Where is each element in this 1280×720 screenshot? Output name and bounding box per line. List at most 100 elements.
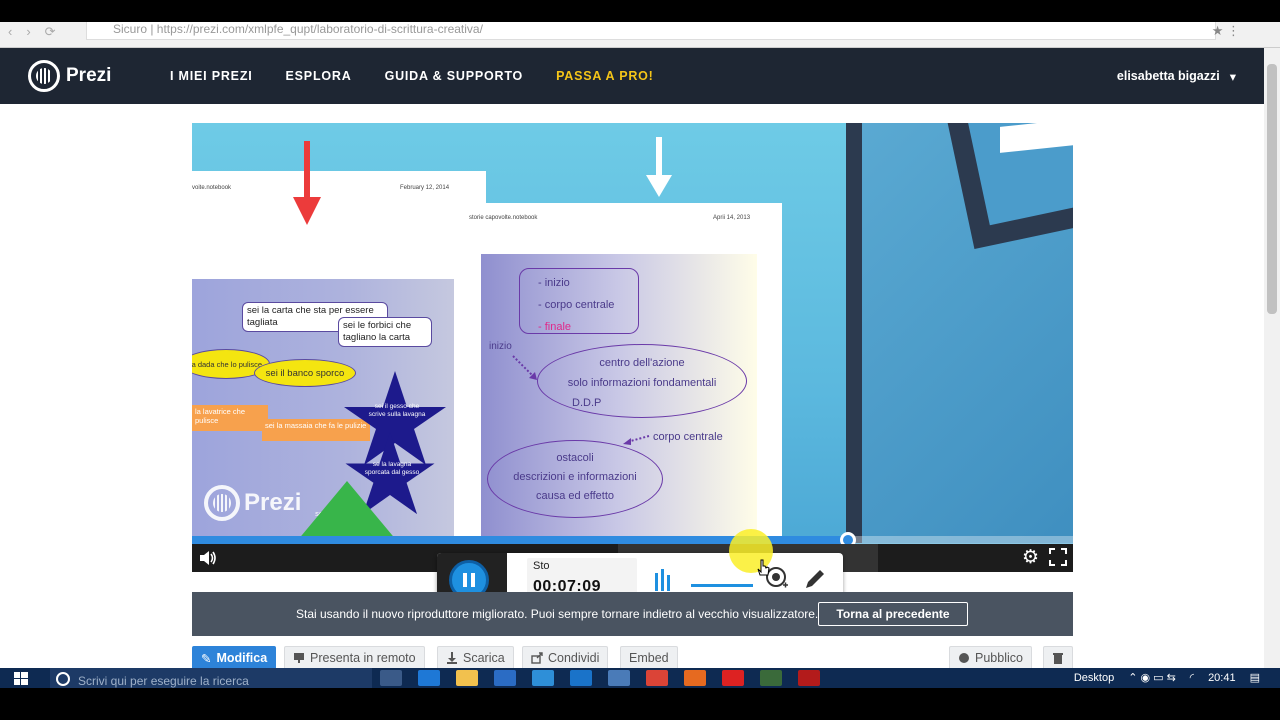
triangle-shape (297, 481, 397, 541)
screen: ‹›⟳ Sicuro | https://prezi.com/xmlpfe_qu… (0, 0, 1280, 720)
app-icon-2[interactable] (570, 670, 592, 686)
edge-icon[interactable] (418, 670, 440, 686)
store-icon[interactable] (494, 670, 516, 686)
ellipse-centro: centro dell'azione solo informazioni fon… (537, 344, 747, 418)
app-icon-1[interactable] (532, 670, 554, 686)
tray-icons[interactable]: ⌃ ◉ ▭ ⇆ (1128, 671, 1176, 684)
trash-icon (1053, 653, 1063, 664)
bottom-letterbox (0, 688, 1280, 720)
structure-finale: - finale (538, 321, 572, 333)
browser-toolbar: ‹›⟳ Sicuro | https://prezi.com/xmlpfe_qu… (0, 22, 1280, 48)
taskbar-search-input[interactable]: Scrivi qui per eseguire la ricerca (50, 668, 372, 688)
ellipse-centro-line2: solo informazioni fondamentali (567, 377, 717, 389)
ellipse-ostacoli-line1: ostacoli (556, 452, 594, 464)
share-label: Condividi (548, 651, 600, 665)
browser-nav-icons[interactable]: ‹›⟳ (8, 24, 70, 40)
app-icon-3[interactable] (608, 670, 630, 686)
notice-text: Stai usando il nuovo riproduttore miglio… (296, 607, 819, 621)
ellipse-centro-line1: centro dell'azione (599, 357, 685, 369)
prezi-player[interactable]: voite.notebook February 12, 2014 storie … (192, 123, 1073, 572)
edit-label: Modifica (216, 651, 268, 665)
pencil-icon[interactable] (803, 567, 827, 591)
search-icon (56, 672, 70, 686)
fullscreen-icon[interactable] (1049, 548, 1067, 566)
download-label: Scarica (463, 651, 505, 665)
ellipse-ostacoli-line3: causa ed effetto (535, 490, 615, 502)
notifications-icon[interactable]: ▤ (1250, 671, 1260, 684)
main-nav: I MIEI PREZI ESPLORA GUIDA & SUPPORTO PA… (170, 48, 654, 104)
scrollbar-thumb[interactable] (1267, 64, 1277, 314)
windows-start-icon[interactable] (14, 672, 28, 685)
structure-box: - inizio - corpo centrale - finale (519, 268, 639, 334)
nav-upgrade[interactable]: PASSA A PRO! (556, 69, 654, 83)
nav-my-prezi[interactable]: I MIEI PREZI (170, 69, 253, 83)
embed-label: Embed (629, 651, 669, 665)
task-view-icon[interactable] (380, 670, 402, 686)
prezi-watermark: Prezi (204, 485, 301, 521)
present-remote-button[interactable]: Presenta in remoto (284, 646, 425, 669)
acrobat-icon[interactable] (722, 670, 744, 686)
app-icon-4[interactable] (760, 670, 782, 686)
system-tray: Desktop ⌃ ◉ ▭ ⇆ ◜ 20:41 ▤ (1074, 671, 1260, 685)
download-icon (447, 652, 457, 664)
delete-button[interactable] (1043, 646, 1073, 669)
edit-button[interactable]: ✎ Modifica (192, 646, 277, 669)
recorder-app-icon[interactable] (798, 670, 820, 686)
prezi-watermark-icon (204, 485, 240, 521)
browser-menu-icons[interactable]: ★ ⋮ (1212, 23, 1240, 39)
structure-corpo: - corpo centrale (538, 299, 615, 311)
nav-explore[interactable]: ESPLORA (286, 69, 352, 83)
desktop-label[interactable]: Desktop (1074, 672, 1114, 684)
embed-button[interactable]: Embed (620, 646, 678, 669)
download-button[interactable]: Scarica (437, 646, 514, 669)
clock[interactable]: 20:41 (1208, 672, 1236, 684)
network-icon[interactable]: ◜ (1190, 671, 1194, 684)
page-scrollbar[interactable] (1264, 48, 1280, 668)
globe-icon (959, 653, 969, 663)
structure-inizio: - inizio (538, 277, 570, 289)
user-menu[interactable]: elisabetta bigazzi ▾ (1117, 48, 1236, 104)
prezi-header: Prezi I MIEI PREZI ESPLORA GUIDA & SUPPO… (0, 48, 1264, 104)
public-label: Pubblico (975, 651, 1023, 665)
firefox-icon[interactable] (684, 670, 706, 686)
chrome-icon[interactable] (646, 670, 668, 686)
label-corpo: corpo centrale (653, 431, 723, 443)
browser-top: ‹›⟳ Sicuro | https://prezi.com/xmlpfe_qu… (0, 0, 1280, 48)
logo-text: Prezi (66, 65, 112, 86)
sheet2-title: storie capovolte.notebook (469, 215, 538, 221)
recorder-label: Sto (533, 560, 550, 572)
url-text: Sicuro | https://prezi.com/xmlpfe_qupt/l… (113, 22, 483, 36)
taskbar-search-placeholder: Scrivi qui per eseguire la ricerca (78, 674, 249, 688)
present-label: Presenta in remoto (310, 651, 416, 665)
white-arrow-icon (646, 137, 672, 197)
red-arrow-icon (293, 141, 321, 225)
label-inizio: inizio (489, 341, 512, 352)
ellipse-centro-line3: D.D.P (572, 397, 602, 409)
ellipse-banco-text: sei il banco sporco (265, 367, 345, 379)
settings-gear-icon[interactable]: ⚙ (1022, 547, 1039, 569)
file-explorer-icon[interactable] (456, 670, 478, 686)
pencil-small-icon: ✎ (201, 651, 212, 666)
volume-icon[interactable] (198, 549, 218, 567)
nav-help[interactable]: GUIDA & SUPPORTO (385, 69, 524, 83)
back-to-previous-button[interactable]: Torna al precedente (818, 602, 968, 626)
share-button[interactable]: Condividi (522, 646, 609, 669)
dotted-arrow-left-icon (623, 435, 650, 445)
caret-down-icon: ▾ (1229, 69, 1236, 84)
bubble-forbici: sei le forbici che tagliano la carta (338, 317, 432, 347)
prezi-logo[interactable]: Prezi (28, 60, 111, 92)
public-button[interactable]: Pubblico (949, 646, 1032, 669)
address-bar[interactable]: Sicuro | https://prezi.com/xmlpfe_qupt/l… (86, 22, 1216, 40)
box-lavatrice: la lavatrice che pulisce (192, 405, 268, 431)
share-icon (531, 652, 543, 664)
user-name: elisabetta bigazzi (1116, 69, 1220, 83)
ellipse-ostacoli: ostacoli descrizioni e informazioni caus… (487, 440, 663, 518)
prezi-logo-icon (28, 60, 60, 92)
volume-slider[interactable] (691, 584, 753, 587)
present-icon (294, 653, 304, 663)
taskbar-apps (380, 670, 820, 688)
watermark-text: Prezi (244, 489, 302, 516)
audio-level-icon[interactable] (654, 569, 672, 591)
sheet1-title: voite.notebook (192, 185, 232, 191)
slide-divider (846, 123, 862, 543)
